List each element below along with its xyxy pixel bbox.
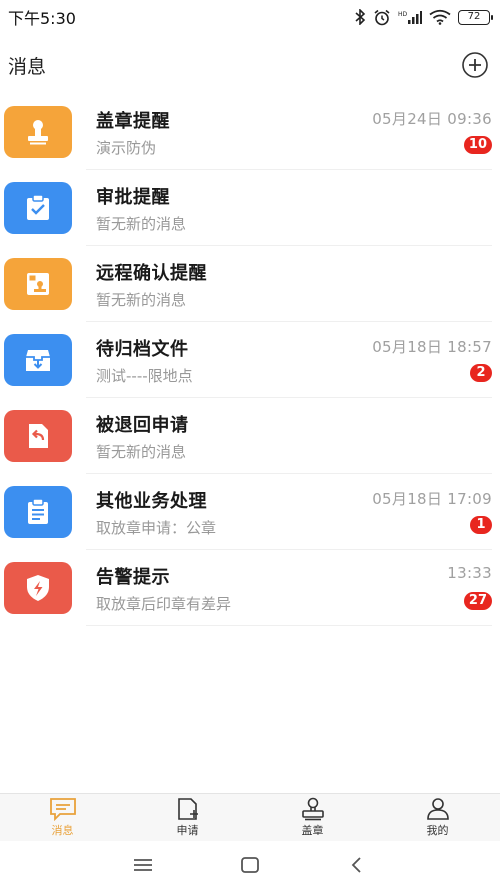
page-title: 消息 (8, 55, 47, 78)
list-item-subtitle: 暂无新的消息 (96, 215, 187, 233)
back-button[interactable] (337, 845, 377, 885)
battery-icon: 72 (458, 9, 493, 25)
list-item-body: 远程确认提醒 暂无新的消息 (86, 246, 492, 322)
unread-badge: 2 (470, 364, 492, 382)
list-item-subtitle: 演示防伪 (96, 139, 157, 157)
shield-alert-icon-tile (4, 562, 72, 614)
bluetooth-icon (355, 9, 366, 25)
list-item-body: 审批提醒 暂无新的消息 (86, 170, 492, 246)
tab-label: 消息 (51, 824, 74, 837)
list-item-time: 05月18日 17:09 (372, 490, 492, 508)
menu-icon (134, 858, 153, 871)
home-button[interactable] (230, 845, 270, 885)
list-item-alarm-notice[interactable]: 告警提示 取放章后印章有差异 13:33 27 (0, 550, 500, 626)
svg-text:HD: HD (398, 11, 408, 18)
archive-box-icon-tile (4, 334, 72, 386)
list-item-title: 其他业务处理 (96, 491, 207, 512)
tab-label: 申请 (176, 824, 199, 837)
list-item-title: 远程确认提醒 (96, 263, 207, 284)
apply-document-icon (177, 798, 198, 820)
plus-circle-icon (462, 52, 488, 78)
list-item-time: 05月18日 18:57 (372, 338, 492, 356)
unread-badge: 1 (470, 516, 492, 534)
list-item-subtitle: 暂无新的消息 (96, 443, 187, 461)
list-item-body: 待归档文件 测试----限地点 05月18日 18:57 2 (86, 322, 492, 398)
list-item-subtitle: 取放章申请：公章 (96, 519, 217, 537)
list-item-pending-archive[interactable]: 待归档文件 测试----限地点 05月18日 18:57 2 (0, 322, 500, 398)
stamp-icon (28, 120, 48, 145)
system-nav-bar (0, 841, 500, 888)
stamp-icon-tile (4, 106, 72, 158)
add-button[interactable] (460, 50, 490, 80)
tab-stamp[interactable]: 盖章 (250, 794, 375, 841)
list-item-approval-reminder[interactable]: 审批提醒 暂无新的消息 (0, 170, 500, 246)
status-icons: HD 72 (354, 9, 493, 26)
clipboard-check-icon (27, 194, 49, 220)
list-item-remote-confirm-reminder[interactable]: 远程确认提醒 暂无新的消息 (0, 246, 500, 322)
list-item-subtitle: 取放章后印章有差异 (96, 595, 232, 613)
remote-confirm-icon-tile (4, 258, 72, 310)
stamp-outline-icon (301, 797, 324, 821)
list-item-other-business[interactable]: 其他业务处理 取放章申请：公章 05月18日 17:09 1 (0, 474, 500, 550)
message-list: 盖章提醒 演示防伪 05月24日 09:36 10 审批提醒 暂无新的消息 远程… (0, 94, 500, 626)
return-document-icon (29, 424, 48, 448)
status-time: 下午5:30 (8, 9, 76, 28)
archive-box-icon (26, 350, 50, 371)
list-item-title: 告警提示 (96, 567, 170, 588)
list-item-body: 告警提示 取放章后印章有差异 13:33 27 (86, 550, 492, 626)
shield-alert-icon (27, 575, 49, 601)
list-item-body: 盖章提醒 演示防伪 05月24日 09:36 10 (86, 94, 492, 170)
unread-badge: 10 (463, 136, 492, 154)
tab-apply[interactable]: 申请 (125, 794, 250, 841)
user-icon (426, 798, 449, 820)
signal-hd-icon: HD (398, 10, 422, 24)
menu-button[interactable] (123, 845, 163, 885)
list-item-subtitle: 暂无新的消息 (96, 291, 187, 309)
list-item-title: 审批提醒 (96, 187, 170, 208)
bottom-nav: 消息 申请 盖章 我的 (0, 793, 500, 841)
header: 消息 (0, 44, 500, 86)
remote-confirm-icon (27, 273, 49, 295)
list-item-time: 13:33 (447, 564, 492, 582)
list-item-subtitle: 测试----限地点 (96, 367, 193, 385)
list-item-returned-application[interactable]: 被退回申请 暂无新的消息 (0, 398, 500, 474)
unread-badge: 27 (463, 592, 492, 610)
tab-label: 盖章 (301, 824, 324, 837)
alarm-icon (374, 9, 390, 25)
list-item-stamp-reminder[interactable]: 盖章提醒 演示防伪 05月24日 09:36 10 (0, 94, 500, 170)
clipboard-list-icon (28, 498, 48, 524)
home-square-icon (241, 856, 259, 873)
list-item-body: 其他业务处理 取放章申请：公章 05月18日 17:09 1 (86, 474, 492, 550)
message-icon (49, 798, 76, 821)
wifi-icon (429, 9, 451, 25)
back-chevron-icon (351, 856, 361, 873)
list-item-title: 被退回申请 (96, 415, 189, 436)
tab-messages[interactable]: 消息 (0, 794, 125, 841)
return-document-icon-tile (4, 410, 72, 462)
clipboard-list-icon-tile (4, 486, 72, 538)
tab-label: 我的 (426, 824, 449, 837)
tab-me[interactable]: 我的 (375, 794, 500, 841)
status-bar: 下午5:30 HD 72 (0, 0, 500, 34)
clipboard-check-icon-tile (4, 182, 72, 234)
list-item-title: 待归档文件 (96, 339, 189, 360)
list-item-title: 盖章提醒 (96, 111, 170, 132)
list-item-body: 被退回申请 暂无新的消息 (86, 398, 492, 474)
list-item-time: 05月24日 09:36 (372, 110, 492, 128)
